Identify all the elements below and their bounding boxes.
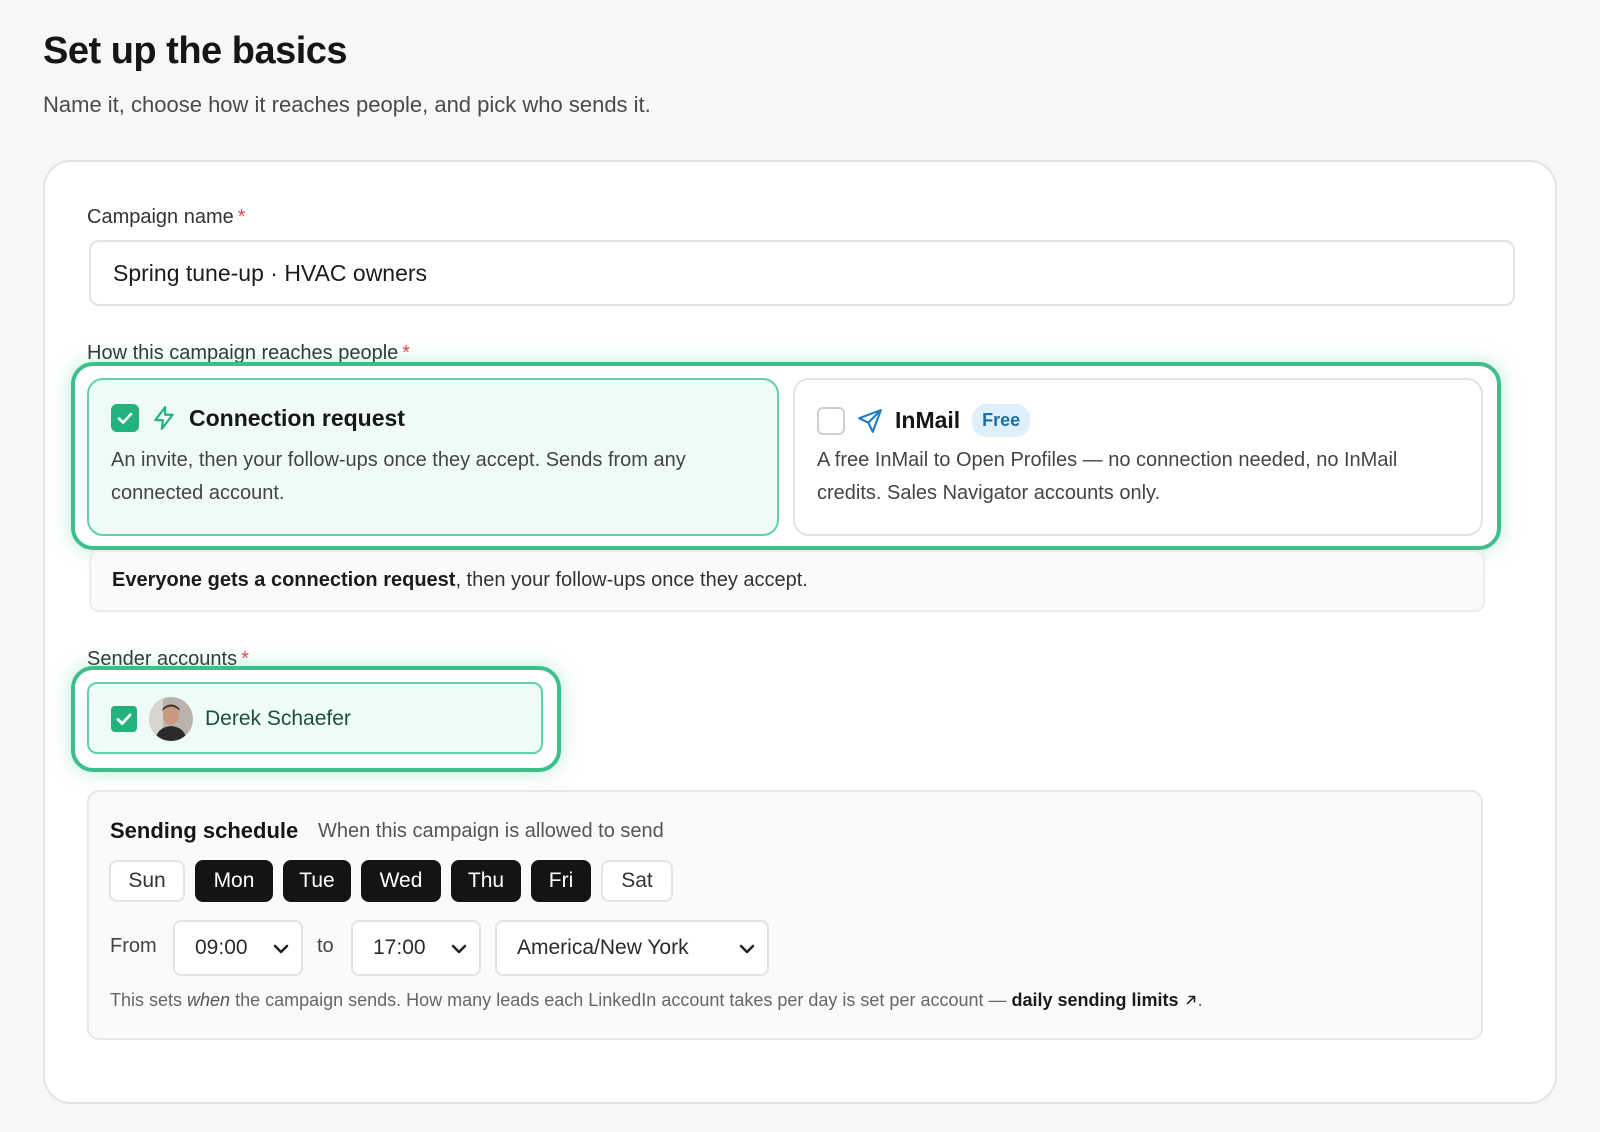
day-toggle-fri[interactable]: Fri xyxy=(531,860,591,902)
send-icon xyxy=(857,408,883,434)
required-mark: * xyxy=(402,342,411,364)
required-mark: * xyxy=(237,206,246,228)
option-header: InMail Free xyxy=(817,404,1031,437)
footnote-text: This sets xyxy=(110,990,188,1010)
page-title: Set up the basics xyxy=(43,30,348,72)
sender-accounts-label-text: Sender accounts xyxy=(87,648,238,670)
option-description: An invite, then your follow-ups once the… xyxy=(111,449,686,504)
note-text: , then your follow-ups once they accept. xyxy=(455,569,808,591)
campaign-name-input[interactable] xyxy=(89,240,1515,306)
option-description: A free InMail to Open Profiles — no conn… xyxy=(817,449,1398,504)
to-label: to xyxy=(317,935,334,957)
day-picker: Sun Mon Tue Wed Thu Fri Sat xyxy=(109,860,683,902)
day-toggle-sat[interactable]: Sat xyxy=(601,860,673,902)
footnote-text: the campaign sends. How many leads each … xyxy=(230,990,1012,1010)
page-subtitle: Name it, choose how it reaches people, a… xyxy=(43,92,651,117)
lightning-icon xyxy=(151,405,177,431)
day-toggle-tue[interactable]: Tue xyxy=(283,860,351,902)
from-time-select[interactable]: 09:00 xyxy=(173,920,303,976)
day-toggle-wed[interactable]: Wed xyxy=(361,860,441,902)
to-time-select[interactable]: 17:00 xyxy=(351,920,481,976)
schedule-footnote: This sets when the campaign sends. How m… xyxy=(110,990,1203,1011)
day-toggle-mon[interactable]: Mon xyxy=(195,860,273,902)
footnote-text: . xyxy=(1197,990,1203,1010)
sender-name: Derek Schaefer xyxy=(205,707,351,730)
chevron-down-icon xyxy=(273,944,289,954)
option-inmail[interactable]: InMail Free A free InMail to Open Profil… xyxy=(793,378,1483,536)
daily-sending-limits-link[interactable]: daily sending limits xyxy=(1012,990,1198,1010)
schedule-subtitle: When this campaign is allowed to send xyxy=(318,820,664,842)
reach-summary-note: Everyone gets a connection request, then… xyxy=(89,550,1485,612)
note-bold: Everyone gets a connection request xyxy=(112,569,456,591)
arrow-up-right-icon xyxy=(1186,995,1195,1005)
campaign-name-label: Campaign name * xyxy=(87,206,246,229)
required-mark: * xyxy=(241,648,249,670)
timezone-value: America/New York xyxy=(517,936,689,959)
sending-schedule-panel: Sending schedule When this campaign is a… xyxy=(87,790,1483,1040)
link-text: daily sending limits xyxy=(1011,990,1179,1010)
campaign-name-label-text: Campaign name xyxy=(87,206,234,228)
chevron-down-icon xyxy=(739,944,755,954)
option-header: Connection request xyxy=(111,404,405,432)
option-title: Connection request xyxy=(189,404,405,431)
chevron-down-icon xyxy=(451,944,467,954)
avatar xyxy=(149,697,193,741)
timezone-select[interactable]: America/New York xyxy=(495,920,769,976)
from-time-value: 09:00 xyxy=(195,936,248,959)
inmail-checkbox[interactable] xyxy=(817,406,845,435)
option-connection-request[interactable]: Connection request An invite, then your … xyxy=(87,378,779,536)
setup-card: Campaign name* How this campaign reaches… xyxy=(43,160,1557,1104)
footnote-emphasis: when xyxy=(187,990,231,1010)
day-toggle-sun[interactable]: Sun xyxy=(109,860,185,902)
sender-checkbox[interactable] xyxy=(111,706,137,732)
to-time-value: 17:00 xyxy=(373,936,426,959)
free-badge: Free xyxy=(972,404,1031,437)
sender-account-item[interactable]: Derek Schaefer xyxy=(87,682,543,754)
reach-label: How this campaign reaches people * xyxy=(87,342,410,365)
option-title: InMail xyxy=(895,407,961,433)
sender-accounts-label: Sender accounts * xyxy=(87,648,249,671)
reach-label-text: How this campaign reaches people xyxy=(87,342,399,364)
schedule-title: Sending schedule xyxy=(110,818,299,843)
checkmark-icon xyxy=(116,713,132,725)
connection-request-checkbox[interactable] xyxy=(111,404,139,432)
day-toggle-thu[interactable]: Thu xyxy=(451,860,521,902)
from-label: From xyxy=(110,935,157,957)
checkmark-icon xyxy=(117,412,133,424)
